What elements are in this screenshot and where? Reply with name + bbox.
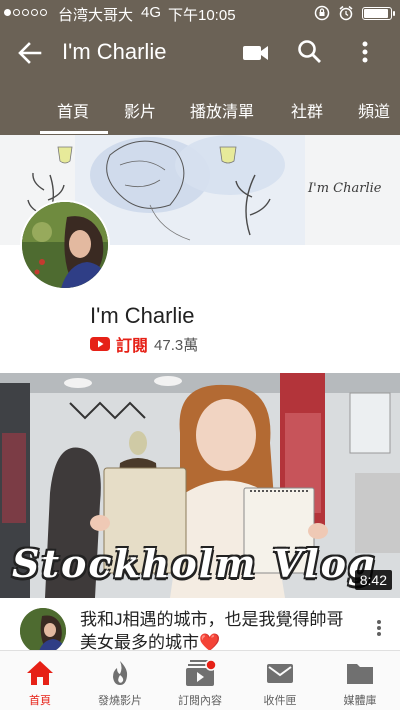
battery-icon (362, 6, 395, 20)
video-camera-icon (243, 46, 268, 60)
youtube-play-icon (90, 337, 110, 351)
flame-icon (113, 661, 128, 685)
video-more-button[interactable] (372, 618, 386, 638)
rotation-lock-icon (314, 5, 330, 21)
channel-name: I'm Charlie (90, 303, 195, 328)
status-time: 下午10:05 (168, 7, 236, 24)
tab-channels[interactable]: 頻道 (358, 98, 390, 122)
nav-subscriptions[interactable]: 訂閱內容 (160, 651, 240, 711)
banner-signature-text: I'm Charlie (308, 181, 382, 196)
folder-icon (347, 664, 373, 684)
tab-community[interactable]: 社群 (291, 98, 323, 122)
app-bar: I'm Charlie (0, 26, 400, 80)
subscribe-row: 訂閱 47.3萬 (90, 332, 199, 356)
network-type: 4G (141, 4, 162, 21)
nav-inbox[interactable]: 收件匣 (240, 651, 320, 711)
more-vert-icon (362, 41, 368, 63)
featured-video-info[interactable]: 我和J相遇的城市，也是我覺得帥哥美女最多的城市❤️ (0, 598, 400, 658)
upload-video-button[interactable] (241, 41, 271, 65)
signal-strength-icon (4, 9, 47, 16)
bottom-navigation: 首頁 發燒影片 訂閱內容 收件匣 媒體庫 (0, 650, 400, 710)
back-button[interactable] (14, 39, 44, 67)
home-icon (27, 661, 53, 685)
nav-home[interactable]: 首頁 (0, 651, 80, 711)
active-tab-indicator (40, 131, 108, 134)
tab-playlists[interactable]: 播放清單 (190, 98, 254, 122)
channel-tabs: 首頁 影片 播放清單 社群 頻道 (0, 80, 400, 135)
carrier-name: 台湾大哥大 (58, 7, 134, 24)
alarm-icon (339, 5, 353, 21)
more-options-button[interactable] (356, 38, 374, 66)
thumbnail-title-text: Stockholm Vlog (12, 541, 377, 586)
channel-avatar (20, 200, 110, 290)
back-arrow-icon (18, 42, 42, 64)
subscriber-count: 47.3萬 (154, 336, 199, 354)
nav-trending[interactable]: 發燒影片 (80, 651, 160, 711)
status-bar: 台湾大哥大 4G 下午10:05 (0, 0, 400, 26)
nav-library[interactable]: 媒體庫 (320, 651, 400, 711)
tab-videos[interactable]: 影片 (124, 98, 156, 122)
video-channel-avatar[interactable] (20, 608, 66, 654)
search-icon (298, 40, 321, 63)
featured-video-thumbnail[interactable]: Stockholm Vlog 8:42 (0, 373, 400, 598)
search-button[interactable] (296, 38, 324, 66)
video-duration-badge: 8:42 (354, 570, 392, 590)
tab-home[interactable]: 首頁 (57, 98, 89, 122)
page-title: I'm Charlie (62, 39, 167, 64)
subscribe-button[interactable]: 訂閱 (116, 332, 148, 356)
more-vert-icon (377, 620, 381, 636)
mail-icon (267, 664, 293, 683)
subscriptions-icon (186, 659, 216, 686)
video-title[interactable]: 我和J相遇的城市，也是我覺得帥哥美女最多的城市❤️ (80, 608, 350, 654)
